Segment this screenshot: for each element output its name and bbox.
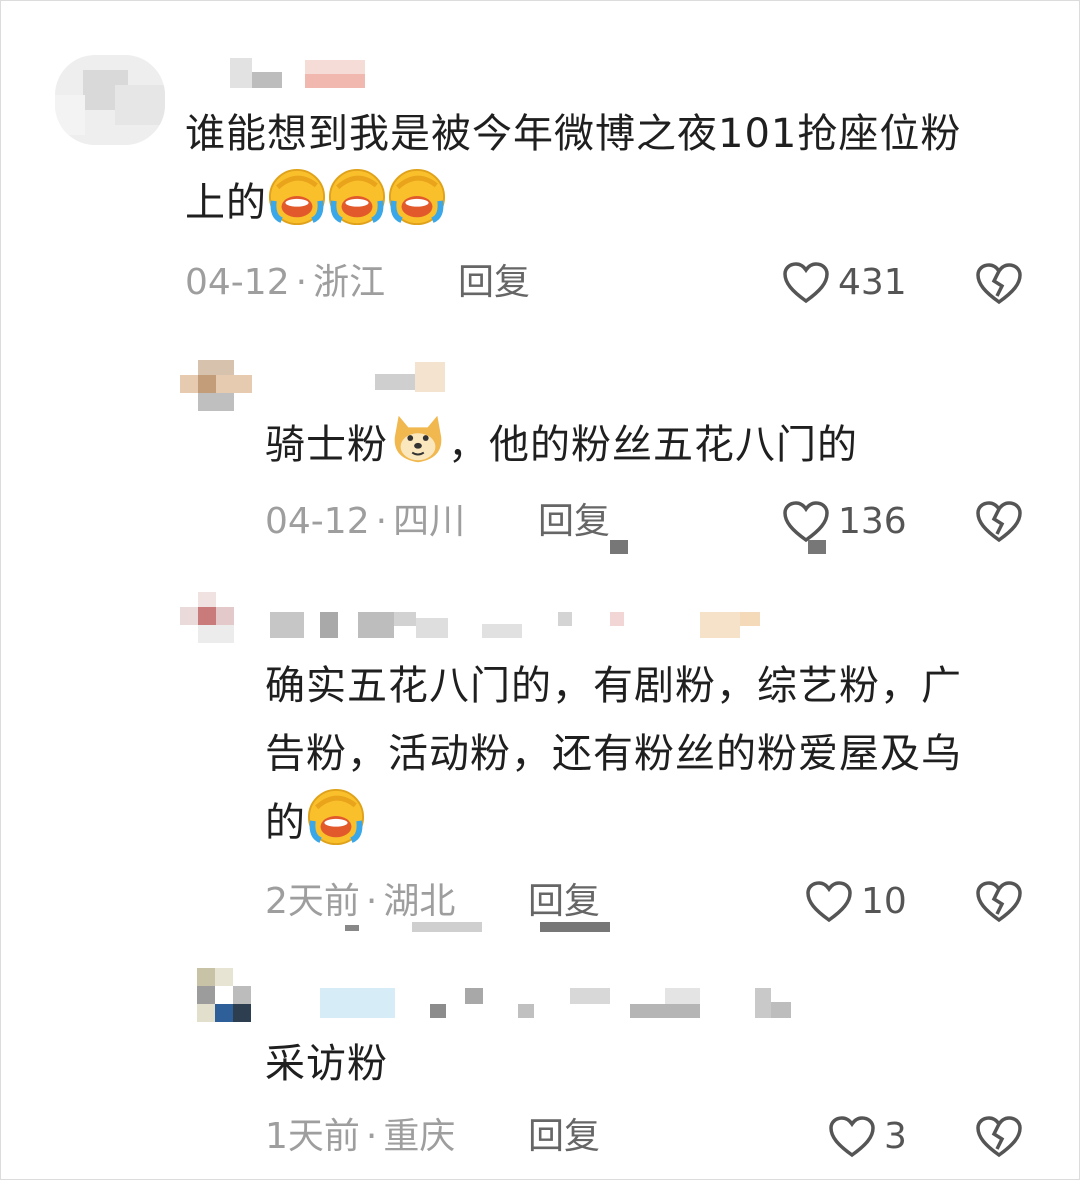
username[interactable] [320, 988, 800, 1018]
broken-heart-icon[interactable] [975, 880, 1023, 924]
comment-time: 04-12 [265, 501, 370, 542]
mosaic-artifact [345, 925, 359, 931]
facepalm-cry-emoji [307, 788, 365, 846]
comment-meta: 2天前 · 湖北 [265, 877, 455, 927]
like-count: 10 [861, 881, 907, 922]
heart-icon [829, 1116, 875, 1158]
mosaic-artifact [808, 540, 826, 554]
like-count: 3 [884, 1116, 907, 1157]
like-button[interactable]: 431 [782, 258, 907, 308]
avatar[interactable] [55, 55, 165, 145]
like-count: 136 [838, 501, 907, 542]
username[interactable] [215, 58, 375, 88]
comment-location: 四川 [393, 501, 466, 542]
username[interactable] [375, 362, 455, 392]
comment-location: 浙江 [313, 262, 386, 303]
like-count: 431 [838, 262, 907, 303]
like-button[interactable]: 10 [805, 877, 907, 927]
broken-heart-icon[interactable] [975, 500, 1023, 544]
broken-heart-icon[interactable] [975, 1115, 1023, 1159]
mosaic-artifact [412, 922, 482, 932]
comment-text: 确实五花八门的，有剧粉，综艺粉，广 告粉，活动粉，还有粉丝的粉爱屋及乌 的 [265, 663, 962, 846]
avatar[interactable] [197, 968, 252, 1034]
comment-time: 2天前 [265, 881, 360, 922]
comment-text: 谁能想到我是被今年微博之夜101抢座位粉 上的 [185, 111, 962, 226]
reply-button[interactable]: 回复 [538, 497, 610, 547]
comment-meta: 1天前 · 重庆 [265, 1112, 455, 1162]
comment-time: 1天前 [265, 1116, 360, 1157]
reply-button[interactable]: 回复 [528, 877, 600, 927]
reply-button[interactable]: 回复 [458, 258, 530, 308]
comment-time: 04-12 [185, 262, 290, 303]
avatar[interactable] [180, 592, 252, 647]
facepalm-cry-emoji [388, 168, 446, 226]
facepalm-cry-emoji [268, 168, 326, 226]
comment-text: 骑士粉 ，他的粉丝五花八门的 [265, 410, 1045, 479]
like-button[interactable]: 3 [828, 1112, 907, 1162]
separator-dot: · [365, 1116, 378, 1157]
avatar[interactable] [180, 360, 252, 415]
comment-location: 重庆 [383, 1116, 456, 1157]
comment-meta: 04-12 · 浙江 [185, 258, 385, 308]
broken-heart-icon[interactable] [975, 262, 1023, 306]
heart-icon [806, 881, 852, 923]
comment-location: 湖北 [383, 881, 456, 922]
facepalm-cry-emoji [328, 168, 386, 226]
separator-dot: · [365, 881, 378, 922]
heart-icon [783, 501, 829, 543]
heart-icon [783, 262, 829, 304]
comment-meta: 04-12 · 四川 [265, 497, 465, 547]
mosaic-artifact [610, 540, 628, 554]
comment-text: 采访粉 [265, 1041, 388, 1087]
separator-dot: · [375, 501, 388, 542]
doge-emoji [394, 415, 442, 463]
like-button[interactable]: 136 [782, 497, 907, 547]
username[interactable] [270, 608, 790, 638]
mosaic-artifact [540, 922, 610, 932]
separator-dot: · [295, 262, 308, 303]
reply-button[interactable]: 回复 [528, 1112, 600, 1162]
